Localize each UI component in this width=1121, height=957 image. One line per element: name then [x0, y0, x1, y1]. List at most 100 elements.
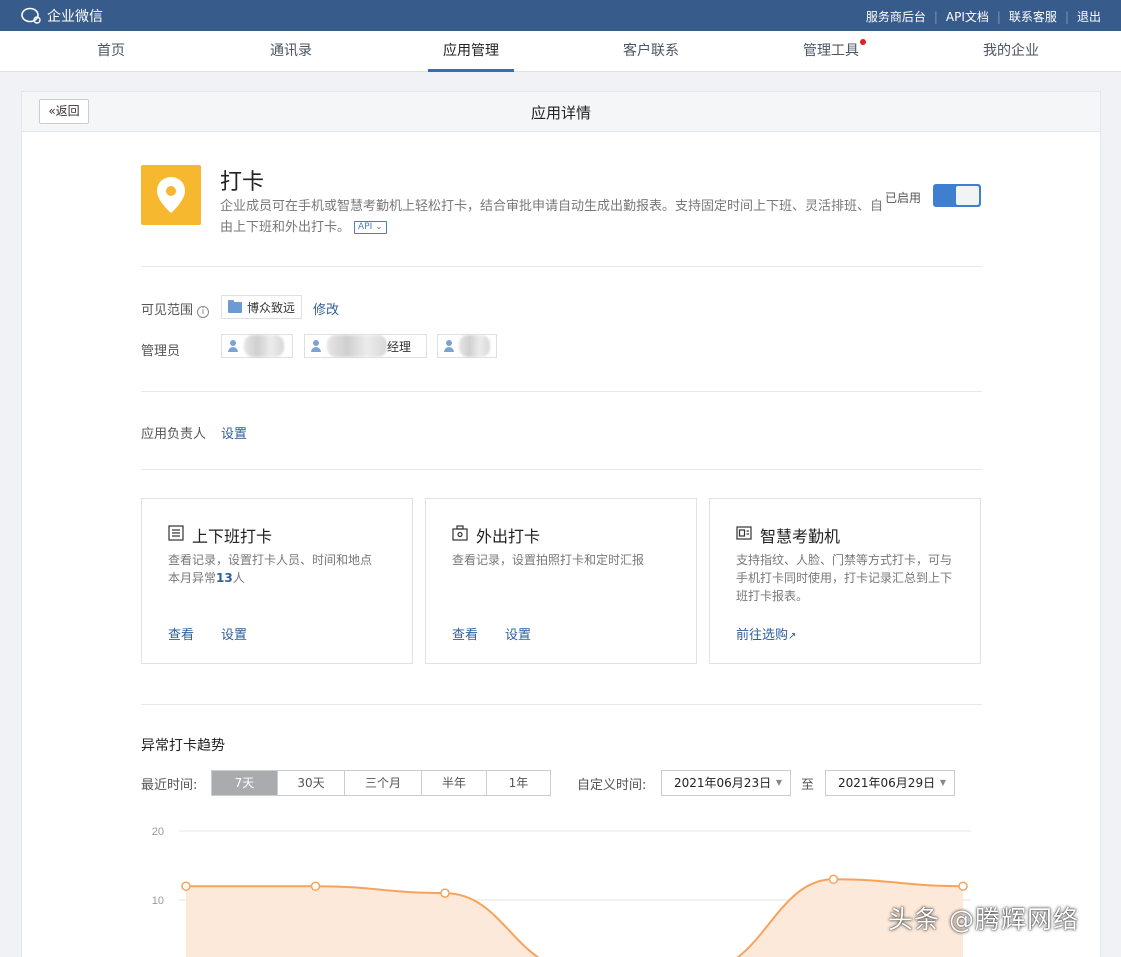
end-date-value: 2021年06月29日 [838, 776, 936, 790]
person-icon [444, 340, 455, 352]
data-point[interactable] [440, 888, 450, 898]
app-name: 打卡 [220, 170, 265, 195]
divider [141, 266, 982, 267]
card-title: 外出打卡 [476, 527, 541, 546]
admin-chip: 经理 [304, 334, 427, 358]
custom-time-label: 自定义时间: [577, 778, 647, 793]
location-pin-icon [157, 177, 185, 213]
redacted-name [459, 335, 490, 357]
tab-management-tools[interactable]: 管理工具 [788, 31, 874, 71]
admin-chip [437, 334, 497, 358]
caret-down-icon: ▼ [939, 778, 946, 787]
card-title: 智慧考勤机 [760, 527, 841, 546]
admin-title: 经理 [387, 339, 412, 354]
tab-home[interactable]: 首页 [68, 31, 154, 71]
separator: | [1064, 9, 1069, 24]
visibility-scope-name: 博众致远 [247, 300, 296, 315]
main-nav: 首页 通讯录 应用管理 客户联系 管理工具 我的企业 [0, 31, 1121, 72]
external-link-icon: ↗ [788, 631, 797, 642]
to-label: 至 [801, 778, 815, 793]
card-description: 查看记录，设置拍照打卡和定时汇报 [452, 553, 645, 567]
info-icon[interactable]: i [197, 306, 210, 318]
enabled-label: 已启用 [885, 191, 922, 205]
trend-title: 异常打卡趋势 [141, 738, 225, 754]
app-icon [141, 165, 201, 225]
edit-visibility-link[interactable]: 修改 [313, 299, 339, 318]
briefcase-icon [452, 525, 468, 541]
admin-chip [221, 334, 293, 358]
tab-management-tools-label: 管理工具 [803, 43, 859, 59]
series-area [186, 879, 963, 957]
tab-customer-contact[interactable]: 客户联系 [608, 31, 694, 71]
divider [141, 391, 982, 392]
tab-my-company[interactable]: 我的企业 [968, 31, 1054, 71]
data-point[interactable] [181, 881, 191, 891]
app-description: 企业成员可在手机或智慧考勤机上轻松打卡，结合审批申请自动生成出勤报表。支持固定时… [220, 196, 885, 238]
start-date-value: 2021年06月23日 [674, 776, 772, 790]
abnormal-trend-chart: 2010 [152, 826, 971, 957]
link-logout[interactable]: 退出 [1077, 8, 1101, 25]
link-service-provider[interactable]: 服务商后台 [866, 8, 926, 25]
range-6m[interactable]: 半年 [421, 771, 486, 795]
notification-dot [860, 39, 866, 45]
range-1y[interactable]: 1年 [486, 771, 550, 795]
app-description-text: 企业成员可在手机或智慧考勤机上轻松打卡，结合审批申请自动生成出勤报表。支持固定时… [220, 199, 884, 235]
top-links: 服务商后台 | API文档 | 联系客服 | 退出 [866, 8, 1101, 25]
separator: | [933, 9, 938, 24]
redacted-name [327, 335, 387, 357]
data-point[interactable] [958, 881, 968, 891]
card-attendance-machine: 智慧考勤机 支持指纹、人脸、门禁等方式打卡，可与手机打卡同时使用，打卡记录汇总到… [709, 498, 981, 664]
tab-contacts[interactable]: 通讯录 [248, 31, 334, 71]
abnormal-suffix: 人 [232, 571, 245, 585]
card-description: 支持指纹、人脸、门禁等方式打卡，可与手机打卡同时使用，打卡记录汇总到上下班打卡报… [736, 553, 953, 603]
card-title: 上下班打卡 [192, 527, 273, 546]
y-tick-label: 10 [152, 895, 164, 907]
range-segmented-control: 7天 30天 三个月 半年 1年 [211, 770, 551, 796]
divider [141, 469, 982, 470]
link-api-docs[interactable]: API文档 [946, 8, 989, 25]
start-date-select[interactable]: 2021年06月23日 ▼ [661, 770, 791, 796]
set-owner-link[interactable]: 设置 [221, 423, 247, 442]
range-3m[interactable]: 三个月 [344, 771, 421, 795]
abnormal-count: 13 [216, 571, 233, 585]
recent-time-label: 最近时间: [141, 778, 198, 793]
person-icon [228, 340, 238, 352]
toggle-knob [956, 186, 979, 205]
folder-icon [228, 299, 242, 313]
panel-header: «返回 应用详情 [22, 92, 1100, 132]
card-clock-in: 上下班打卡 查看记录，设置打卡人员、时间和地点 本月异常13人 查看 设置 [141, 498, 413, 664]
person-icon [311, 340, 321, 352]
wecom-logo-icon [21, 7, 41, 24]
brand-logo[interactable]: 企业微信 [21, 6, 103, 26]
separator: | [996, 9, 1001, 24]
abnormal-summary: 本月异常13人 [168, 569, 393, 587]
enable-toggle[interactable] [933, 184, 981, 207]
caret-down-icon: ▼ [775, 778, 782, 787]
visibility-scope-chip: 博众致远 [221, 295, 302, 319]
abnormal-prefix: 本月异常 [168, 571, 217, 585]
range-7d[interactable]: 7天 [212, 771, 277, 795]
api-tag-label: API [358, 222, 373, 232]
divider [141, 704, 982, 705]
view-link[interactable]: 查看 [452, 624, 478, 643]
data-point[interactable] [828, 874, 839, 885]
list-icon [168, 525, 184, 541]
buy-link[interactable]: 前往选购↗ [736, 624, 796, 643]
page-title: 应用详情 [530, 104, 591, 122]
attendance-machine-icon [736, 526, 752, 540]
card-outside-clock-in: 外出打卡 查看记录，设置拍照打卡和定时汇报 查看 设置 [425, 498, 697, 664]
settings-link[interactable]: 设置 [221, 624, 247, 643]
view-link[interactable]: 查看 [168, 624, 194, 643]
range-30d[interactable]: 30天 [277, 771, 344, 795]
card-description: 查看记录，设置打卡人员、时间和地点 本月异常13人 [168, 551, 393, 587]
link-contact-support[interactable]: 联系客服 [1009, 8, 1057, 25]
settings-link[interactable]: 设置 [505, 624, 531, 643]
visibility-label-text: 可见范围 [141, 303, 194, 318]
brand-name: 企业微信 [47, 9, 103, 25]
api-tag[interactable]: API ⌄ [354, 221, 387, 234]
data-point[interactable] [310, 881, 321, 891]
card-description-text: 查看记录，设置打卡人员、时间和地点 [168, 553, 373, 567]
admins-label: 管理员 [141, 344, 181, 359]
tab-app-management[interactable]: 应用管理 [428, 31, 514, 72]
end-date-select[interactable]: 2021年06月29日 ▼ [825, 770, 955, 796]
